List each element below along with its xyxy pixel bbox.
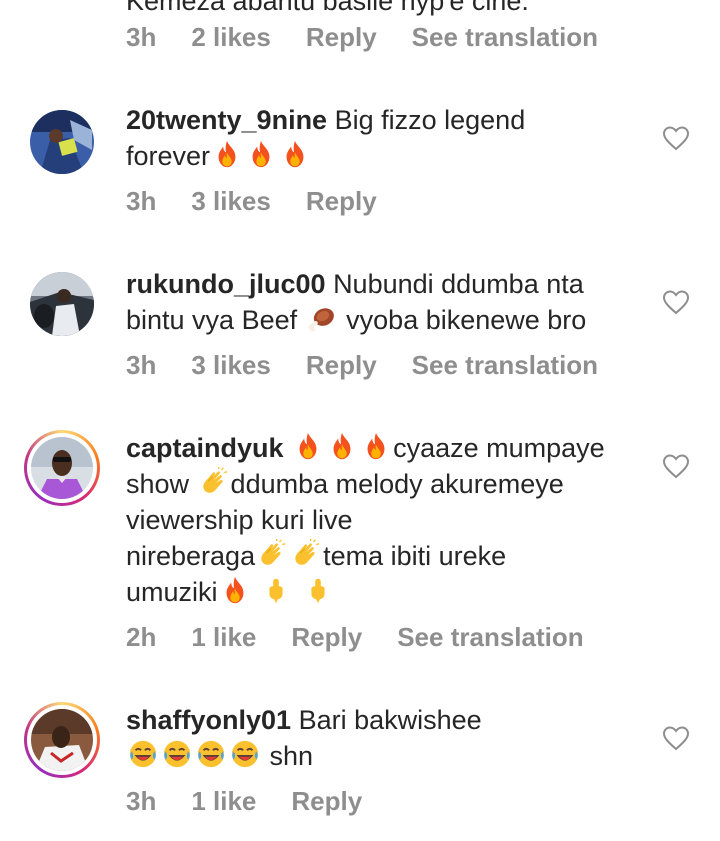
avatar-photo: [30, 272, 94, 336]
avatar[interactable]: [30, 110, 94, 174]
comment-text: shn: [269, 741, 314, 771]
avatar-photo: [30, 110, 94, 174]
fire-emoji: [220, 575, 250, 605]
comment-meta-row: 2h 1 like Reply See translation: [126, 622, 619, 653]
fire-emoji: [361, 431, 391, 461]
reply-button[interactable]: Reply: [306, 350, 377, 381]
comment-meta-row: 3h 1 like Reply: [126, 786, 397, 817]
comment-body: captaindyuk cyaaze mumpaye show ddumba m…: [126, 430, 636, 610]
fire-emoji: [293, 431, 323, 461]
comment-text: cyaaze mumpaye: [393, 433, 605, 463]
comment-text-partial: Kemeza abantu basile hyp'e cirle.: [126, 0, 529, 16]
comment-time: 3h: [126, 186, 157, 216]
backhand-index-pointing-down-emoji: [303, 575, 333, 605]
comment-text: bintu vya Beef: [126, 305, 298, 335]
comment-likes[interactable]: 1 like: [191, 622, 256, 653]
clapping-hands-emoji: [199, 467, 229, 497]
comment-time: 3h: [126, 22, 157, 52]
comment-body: 20twenty_9nine Big fizzo legend forever: [126, 102, 636, 174]
reply-button[interactable]: Reply: [306, 186, 377, 217]
comment-meta-row: 3h 3 likes Reply: [126, 186, 412, 217]
comment-likes[interactable]: 2 likes: [191, 22, 271, 53]
comment-text: Big fizzo legend: [334, 105, 526, 135]
comment-text: umuziki: [126, 577, 218, 607]
comment-text: forever: [126, 141, 211, 171]
tears-of-joy-emoji: [128, 739, 158, 769]
comment-username[interactable]: shaffyonly01: [126, 705, 291, 735]
heart-outline-icon[interactable]: [662, 289, 690, 317]
comment-time: 3h: [126, 786, 157, 816]
clapping-hands-emoji: [257, 539, 287, 569]
comment-text: ddumba melody akuremeye: [230, 469, 564, 499]
tears-of-joy-emoji: [230, 739, 260, 769]
comment-meta-row: 3h 3 likes Reply See translation: [126, 350, 633, 381]
comment-text: Nubundi ddumba nta: [333, 269, 584, 299]
tears-of-joy-emoji: [196, 739, 226, 769]
comment-username[interactable]: 20twenty_9nine: [126, 105, 327, 135]
comment-likes[interactable]: 1 like: [191, 786, 256, 817]
comment-text: Bari bakwishee: [298, 705, 482, 735]
comment-username[interactable]: captaindyuk: [126, 433, 284, 463]
comment-body: rukundo_jluc00 Nubundi ddumba nta bintu …: [126, 266, 636, 338]
see-translation-button[interactable]: See translation: [397, 622, 583, 653]
avatar-photo: [31, 709, 93, 771]
comment-username[interactable]: rukundo_jluc00: [126, 269, 326, 299]
fire-emoji: [212, 139, 242, 169]
avatar-photo: [31, 437, 93, 499]
meat-on-bone-emoji: [307, 303, 337, 333]
comment-meta-row: 3h 2 likes Reply See translation: [126, 22, 633, 53]
comment-text: nireberaga: [126, 541, 256, 571]
avatar[interactable]: [30, 272, 94, 336]
comment-likes[interactable]: 3 likes: [191, 186, 271, 217]
reply-button[interactable]: Reply: [291, 786, 362, 817]
comment-likes[interactable]: 3 likes: [191, 350, 271, 381]
comment-body: shaffyonly01 Bari bakwishee shn: [126, 702, 636, 774]
comment-text: tema ibiti ureke: [323, 541, 507, 571]
see-translation-button[interactable]: See translation: [412, 350, 598, 381]
heart-outline-icon[interactable]: [662, 125, 690, 153]
comment-time: 2h: [126, 622, 157, 652]
comment-time: 3h: [126, 350, 157, 380]
comment-text: show: [126, 469, 190, 499]
fire-emoji: [280, 139, 310, 169]
fire-emoji: [327, 431, 357, 461]
comment-text: viewership kuri live: [126, 505, 353, 535]
avatar-story-ring[interactable]: [24, 702, 100, 778]
see-translation-button[interactable]: See translation: [412, 22, 598, 53]
fire-emoji: [246, 139, 276, 169]
avatar-story-ring[interactable]: [24, 430, 100, 506]
clapping-hands-emoji: [291, 539, 321, 569]
heart-outline-icon[interactable]: [662, 725, 690, 753]
comment-text: vyoba bikenewe bro: [346, 305, 587, 335]
heart-outline-icon[interactable]: [662, 453, 690, 481]
tears-of-joy-emoji: [162, 739, 192, 769]
reply-button[interactable]: Reply: [291, 622, 362, 653]
backhand-index-pointing-down-emoji: [261, 575, 291, 605]
reply-button[interactable]: Reply: [306, 22, 377, 53]
